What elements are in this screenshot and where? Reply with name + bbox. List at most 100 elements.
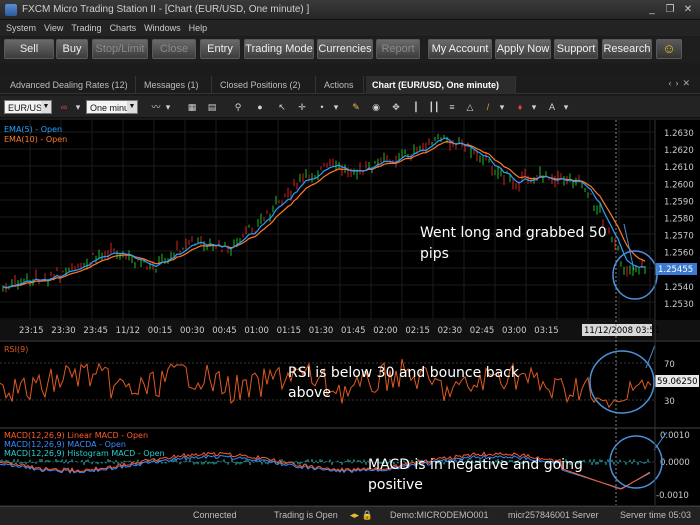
grid-icon[interactable]: ▦	[186, 101, 198, 113]
tab-advanced-dealing-rates[interactable]: Advanced Dealing Rates (12)	[4, 76, 136, 94]
server-time-label: Server time 05:03	[620, 510, 692, 520]
time-tick: 01:00	[244, 326, 269, 336]
report-button[interactable]: Report	[376, 39, 420, 59]
tab-chart[interactable]: Chart (EUR/USD, One minute)	[366, 76, 516, 94]
text-icon[interactable]: A	[546, 101, 558, 113]
time-tick: 01:30	[309, 326, 334, 336]
eye-icon[interactable]: ◉	[370, 101, 382, 113]
status-bar: Connected Trading is Open ◂▸ 🔒 Demo:MICR…	[0, 506, 700, 525]
tab-closed-positions[interactable]: Closed Positions (2)	[214, 76, 316, 94]
dropdown-icon[interactable]: ▾	[162, 101, 174, 113]
time-tick: 02:15	[405, 326, 430, 336]
note-icon[interactable]: ✎	[350, 101, 362, 113]
timeframe-select[interactable]: One minute ▼	[86, 100, 138, 114]
menu-windows[interactable]: Windows	[144, 23, 181, 33]
time-tick: 03:00	[502, 326, 527, 336]
menu-charts[interactable]: Charts	[110, 23, 137, 33]
user-icon[interactable]: ●	[254, 101, 266, 113]
properties-icon[interactable]: ▤	[206, 101, 218, 113]
sell-button[interactable]: Sell	[4, 39, 54, 59]
chevron-down-icon: ▼	[127, 101, 137, 113]
line-style-icon[interactable]: ∞	[58, 101, 70, 113]
research-button[interactable]: Research	[602, 39, 652, 59]
my-account-button[interactable]: My Account	[428, 39, 492, 59]
macd-linear-legend: MACD(12,26,9) Linear MACD - Open	[4, 431, 148, 440]
time-tick: 01:45	[341, 326, 366, 336]
support-button[interactable]: Support	[554, 39, 598, 59]
price-tick: 1.2610	[664, 163, 694, 173]
menu-help[interactable]: Help	[189, 23, 208, 33]
price-tick: 1.2620	[664, 146, 694, 156]
marker-icon[interactable]: ♦	[514, 101, 526, 113]
tab-nav-icons[interactable]: ‹›✕	[668, 78, 694, 89]
menu-system[interactable]: System	[6, 23, 36, 33]
current-price-label: 1.25455	[658, 265, 693, 275]
bars-icon[interactable]: ┃┃	[428, 101, 440, 113]
dropdown-icon[interactable]: ▾	[330, 101, 342, 113]
entry-button[interactable]: Entry	[200, 39, 240, 59]
chevron-down-icon: ▼	[41, 101, 51, 113]
pen-icon[interactable]: /	[482, 101, 494, 113]
macda-legend: MACD(12,26,9) MACDA - Open	[4, 440, 126, 449]
macd-axis-zero: 0.0000	[660, 458, 690, 468]
time-tick: 03:15	[534, 326, 559, 336]
stop-limit-button[interactable]: Stop/Limit	[92, 39, 148, 59]
vertical-line-icon[interactable]: ┃	[410, 101, 422, 113]
tab-actions[interactable]: Actions	[318, 76, 364, 94]
close-button[interactable]: Close	[152, 39, 196, 59]
chart-type-icon[interactable]: 〰	[150, 101, 162, 113]
close-icon[interactable]: ✕	[680, 3, 696, 17]
menu-bar: System View Trading Charts Windows Help	[0, 20, 700, 36]
price-candles	[2, 133, 646, 293]
apply-now-button[interactable]: Apply Now	[495, 39, 551, 59]
cursor-time-label: 11/12/2008 03:51	[584, 326, 660, 336]
zoom-icon[interactable]: ⚲	[232, 101, 244, 113]
menu-trading[interactable]: Trading	[71, 23, 101, 33]
crosshair-icon[interactable]: ✛	[296, 101, 308, 113]
histogram-legend: MACD(12,26,9) Histogram MACD - Open	[4, 449, 165, 458]
trading-status: Trading is Open	[274, 510, 338, 520]
ema5-legend: EMA(5) - Open	[4, 125, 62, 134]
fibonacci-icon[interactable]: ≡	[446, 101, 458, 113]
time-tick: 01:15	[277, 326, 302, 336]
cursor-icon[interactable]: ↖	[276, 101, 288, 113]
minimize-icon[interactable]: _	[644, 3, 660, 17]
price-tick: 1.2570	[664, 232, 694, 242]
time-tick: 02:45	[470, 326, 495, 336]
rsi-axis-30: 30	[664, 397, 675, 407]
tab-messages[interactable]: Messages (1)	[138, 76, 212, 94]
macd-annotation-line2: positive	[368, 477, 423, 493]
price-tick: 1.2560	[664, 249, 694, 259]
price-tick: 1.2590	[664, 197, 694, 207]
rsi-value-label: 59.06250	[657, 377, 698, 387]
dropdown-icon[interactable]: ▾	[528, 101, 540, 113]
lock-icon[interactable]: ◂▸ 🔒	[350, 510, 373, 521]
menu-view[interactable]: View	[44, 23, 63, 33]
time-tick: 02:00	[373, 326, 398, 336]
price-tick: 1.2540	[664, 283, 694, 293]
dot-icon[interactable]: •	[316, 101, 328, 113]
user-label: micr257846001	[508, 510, 571, 520]
chart-area[interactable]: EMA(5) - Open EMA(10) - Open 1.2630 1.262…	[0, 120, 700, 505]
currencies-button[interactable]: Currencies	[317, 39, 373, 59]
ema10-legend: EMA(10) - Open	[4, 135, 67, 144]
title-bar: FXCM Micro Trading Station II - [Chart (…	[0, 0, 700, 20]
macd-axis-bottom: -0.0010	[656, 491, 689, 501]
time-tick: 00:45	[212, 326, 237, 336]
buy-button[interactable]: Buy	[56, 39, 88, 59]
pan-icon[interactable]: ✥	[390, 101, 402, 113]
triangle-icon[interactable]: △	[464, 101, 476, 113]
trading-mode-button[interactable]: Trading Mode	[244, 39, 314, 59]
time-tick: 23:30	[51, 326, 75, 336]
dropdown-icon[interactable]: ▾	[560, 101, 572, 113]
rsi-annotation-line2: above	[288, 385, 331, 401]
dropdown-icon[interactable]: ▾	[72, 101, 84, 113]
server-label: Server	[572, 510, 599, 520]
chart-svg[interactable]: EMA(5) - Open EMA(10) - Open 1.2630 1.262…	[0, 120, 700, 505]
dropdown-icon[interactable]: ▾	[496, 101, 508, 113]
ema5-line	[2, 137, 646, 289]
sun-icon[interactable]: ☺	[656, 39, 682, 59]
restore-icon[interactable]: ❐	[662, 3, 678, 17]
time-tick: 00:30	[180, 326, 205, 336]
instrument-select[interactable]: EUR/USD ▼	[4, 100, 52, 114]
